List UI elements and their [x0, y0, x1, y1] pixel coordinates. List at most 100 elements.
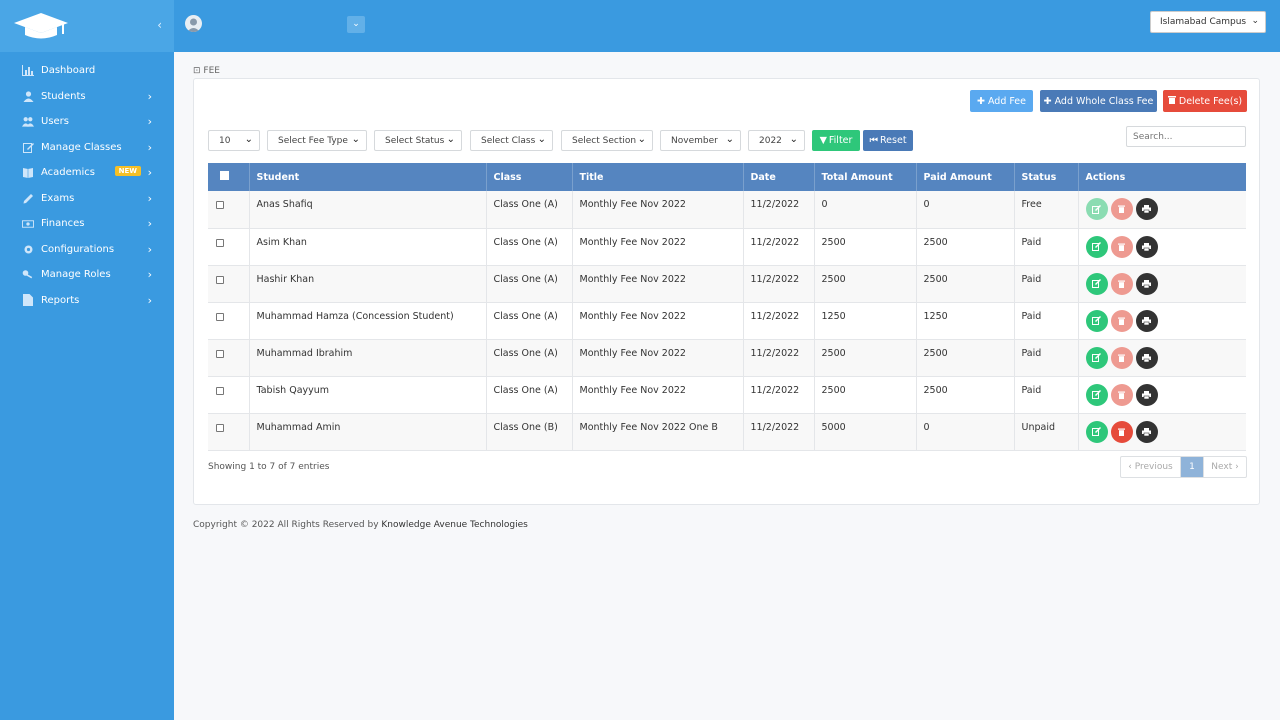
cell-paid: 2500	[916, 376, 1015, 413]
col-total-amount[interactable]: Total Amount	[814, 163, 917, 191]
add-whole-class-fee-button[interactable]: ✚ Add Whole Class Fee	[1040, 90, 1157, 112]
class-value: Select Class	[481, 135, 536, 146]
sidebar-item-label: Dashboard	[41, 65, 96, 77]
sidebar-item-students[interactable]: Students ›	[0, 84, 174, 110]
section-select[interactable]: Select Section ⌄	[561, 130, 653, 151]
trash-icon	[1118, 280, 1125, 288]
sidebar-item-reports[interactable]: Reports ›	[0, 288, 174, 314]
new-badge: NEW	[114, 166, 141, 176]
row-checkbox[interactable]	[216, 201, 224, 209]
print-button[interactable]	[1135, 346, 1158, 369]
status-select[interactable]: Select Status ⌄	[374, 130, 462, 151]
year-select[interactable]: 2022 ⌄	[748, 130, 805, 151]
col-title[interactable]: Title	[572, 163, 744, 191]
page-size-select[interactable]: 10 ⌄	[208, 130, 260, 151]
user-dropdown-toggle[interactable]: ⌄	[347, 16, 365, 33]
table-row: Muhammad Hamza (Concession Student) Class…	[208, 302, 1246, 339]
previous-page-button[interactable]: ‹ Previous	[1121, 457, 1181, 477]
page-1-button[interactable]: 1	[1181, 457, 1203, 477]
cell-title: Monthly Fee Nov 2022	[572, 302, 744, 339]
section-value: Select Section	[572, 135, 637, 146]
sidebar-item-users[interactable]: Users ›	[0, 109, 174, 135]
chevron-left-icon[interactable]: ‹	[157, 18, 162, 32]
delete-button[interactable]	[1110, 383, 1133, 406]
sidebar-item-academics[interactable]: Academics NEW ›	[0, 160, 174, 186]
delete-button[interactable]	[1110, 272, 1133, 295]
cell-status: Paid	[1014, 339, 1079, 376]
col-paid-amount[interactable]: Paid Amount	[916, 163, 1015, 191]
cell-actions	[1078, 228, 1246, 265]
fee-type-select[interactable]: Select Fee Type ⌄	[267, 130, 367, 151]
cell-paid: 1250	[916, 302, 1015, 339]
sidebar-item-dashboard[interactable]: Dashboard	[0, 58, 174, 84]
edit-button[interactable]	[1085, 272, 1108, 295]
table-body: Anas Shafiq Class One (A) Monthly Fee Nov …	[208, 191, 1246, 450]
class-select[interactable]: Select Class ⌄	[470, 130, 553, 151]
search-input[interactable]	[1126, 126, 1246, 147]
row-checkbox[interactable]	[216, 349, 224, 358]
chevron-right-icon: ›	[147, 293, 152, 307]
reset-button[interactable]: ⏮ Reset	[863, 130, 913, 151]
sidebar-item-configurations[interactable]: Configurations ›	[0, 237, 174, 263]
row-checkbox[interactable]	[216, 275, 224, 284]
print-button[interactable]	[1135, 198, 1158, 220]
cell-status: Unpaid	[1014, 413, 1079, 450]
table-row: Anas Shafiq Class One (A) Monthly Fee Nov …	[208, 191, 1246, 228]
cell-title: Monthly Fee Nov 2022	[572, 191, 744, 228]
cell-student: Anas Shafiq	[249, 191, 487, 228]
next-page-button[interactable]: Next ›	[1203, 457, 1246, 477]
sidebar-item-manage-classes[interactable]: Manage Classes ›	[0, 135, 174, 161]
filter-button[interactable]: ▼ Filter	[812, 130, 860, 151]
row-checkbox[interactable]	[216, 386, 224, 395]
delete-button[interactable]	[1110, 346, 1133, 369]
edit-button[interactable]	[1085, 198, 1108, 220]
delete-button[interactable]	[1110, 198, 1133, 220]
row-actions	[1085, 272, 1247, 295]
delete-button[interactable]	[1110, 420, 1133, 443]
add-fee-button[interactable]: ✚ Add Fee	[970, 90, 1033, 112]
entries-info: Showing 1 to 7 of 7 entries	[208, 462, 330, 472]
edit-button[interactable]	[1085, 346, 1108, 369]
cell-total: 2500	[814, 376, 917, 413]
col-date[interactable]: Date	[743, 163, 815, 191]
edit-button[interactable]	[1085, 309, 1108, 332]
col-class[interactable]: Class	[486, 163, 573, 191]
edit-button[interactable]	[1085, 235, 1108, 258]
cell-title: Monthly Fee Nov 2022	[572, 228, 744, 265]
row-checkbox[interactable]	[216, 312, 224, 321]
print-button[interactable]	[1135, 272, 1158, 295]
delete-button[interactable]	[1110, 309, 1133, 332]
edit-button[interactable]	[1085, 383, 1108, 406]
campus-select[interactable]: Islamabad Campus ⌄	[1150, 11, 1266, 33]
sidebar-item-manage-roles[interactable]: Manage Roles ›	[0, 262, 174, 288]
plus-icon: ✚	[976, 95, 985, 107]
delete-fees-button[interactable]: Delete Fee(s)	[1163, 90, 1247, 112]
row-actions	[1085, 383, 1247, 406]
row-checkbox[interactable]	[216, 423, 224, 432]
sidebar-item-finances[interactable]: Finances ›	[0, 211, 174, 237]
avatar[interactable]	[185, 15, 202, 32]
edit-button[interactable]	[1085, 420, 1108, 443]
page-size-value: 10	[219, 135, 231, 146]
cell-status: Paid	[1014, 228, 1079, 265]
print-button[interactable]	[1135, 235, 1158, 258]
print-button[interactable]	[1135, 420, 1158, 443]
month-select[interactable]: November ⌄	[660, 130, 741, 151]
select-all-checkbox[interactable]	[220, 171, 229, 180]
col-status[interactable]: Status	[1014, 163, 1079, 191]
brand: ‹	[0, 0, 174, 52]
cell-title: Monthly Fee Nov 2022	[572, 339, 744, 376]
sidebar-item-label: Students	[41, 90, 86, 102]
company-link[interactable]: Knowledge Avenue Technologies	[381, 520, 527, 530]
table-row: Tabish Qayyum Class One (A) Monthly Fee No…	[208, 376, 1246, 413]
print-button[interactable]	[1135, 383, 1158, 406]
trash-icon	[1167, 95, 1176, 107]
print-button[interactable]	[1135, 309, 1158, 332]
cell-total: 0	[814, 191, 917, 228]
row-checkbox[interactable]	[216, 238, 224, 247]
sidebar-item-exams[interactable]: Exams ›	[0, 186, 174, 212]
key-icon	[22, 269, 34, 281]
delete-button[interactable]	[1110, 235, 1133, 258]
year-value: 2022	[759, 135, 782, 146]
col-student[interactable]: Student	[249, 163, 487, 191]
